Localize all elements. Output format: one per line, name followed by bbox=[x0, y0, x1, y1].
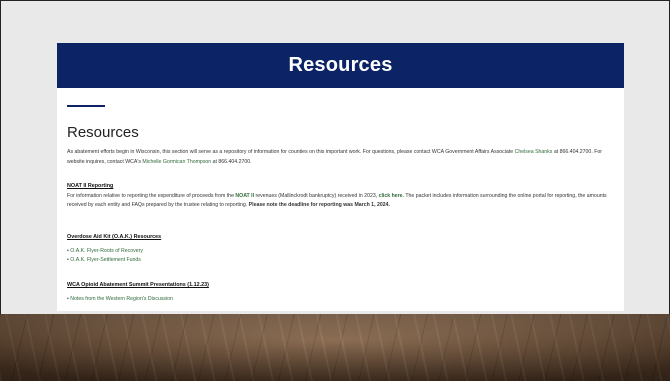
deadline-note: Please note the deadline for reporting w… bbox=[248, 202, 390, 209]
section-title-noat: NOAT II Reporting bbox=[67, 183, 114, 189]
floor-shading bbox=[0, 314, 670, 381]
webpage-screenshot: Resources Resources As abatement efforts… bbox=[57, 43, 624, 311]
noat-paragraph: For information relative to reporting th… bbox=[67, 192, 615, 211]
section-noat-reporting: NOAT II Reporting For information relati… bbox=[67, 182, 615, 211]
summit-link-western-region-notes[interactable]: Notes from the Western Region's Discussi… bbox=[67, 295, 615, 305]
noat-text: For information relative to reporting th… bbox=[67, 192, 236, 199]
noat-link[interactable]: NOAT II bbox=[235, 193, 254, 199]
oak-link-roots-of-recovery[interactable]: O.A.K. Flyer-Roots of Recovery bbox=[67, 247, 615, 257]
section-title-summit: WCA Opioid Abatement Summit Presentation… bbox=[67, 282, 209, 288]
page-banner: Resources bbox=[57, 43, 624, 88]
oak-link-settlement-funds[interactable]: O.A.K. Flyer-Settlement Funds bbox=[67, 256, 615, 266]
intro-text: As abatement efforts begin in Wisconsin,… bbox=[67, 149, 515, 155]
intro-paragraph: As abatement efforts begin in Wisconsin,… bbox=[67, 148, 615, 167]
section-oak-resources: Overdose Aid Kit (O.A.K.) Resources O.A.… bbox=[67, 233, 615, 266]
intro-text: at 866.404.2700. bbox=[211, 158, 252, 165]
contact-link-michelle-thompson[interactable]: Michelle Gormican Thompson bbox=[142, 159, 211, 165]
heading-accent-rule bbox=[67, 105, 105, 107]
noat-text: revenues (Mallinckrodt bankruptcy) recei… bbox=[254, 192, 379, 199]
contact-link-chelsea-shanks[interactable]: Chelsea Shanks bbox=[515, 149, 553, 155]
banner-title: Resources bbox=[288, 54, 393, 76]
click-here-link[interactable]: click here. bbox=[379, 193, 404, 199]
page-heading: Resources bbox=[67, 124, 139, 141]
section-title-oak: Overdose Aid Kit (O.A.K.) Resources bbox=[67, 234, 162, 240]
section-summit-presentations: WCA Opioid Abatement Summit Presentation… bbox=[67, 281, 615, 304]
